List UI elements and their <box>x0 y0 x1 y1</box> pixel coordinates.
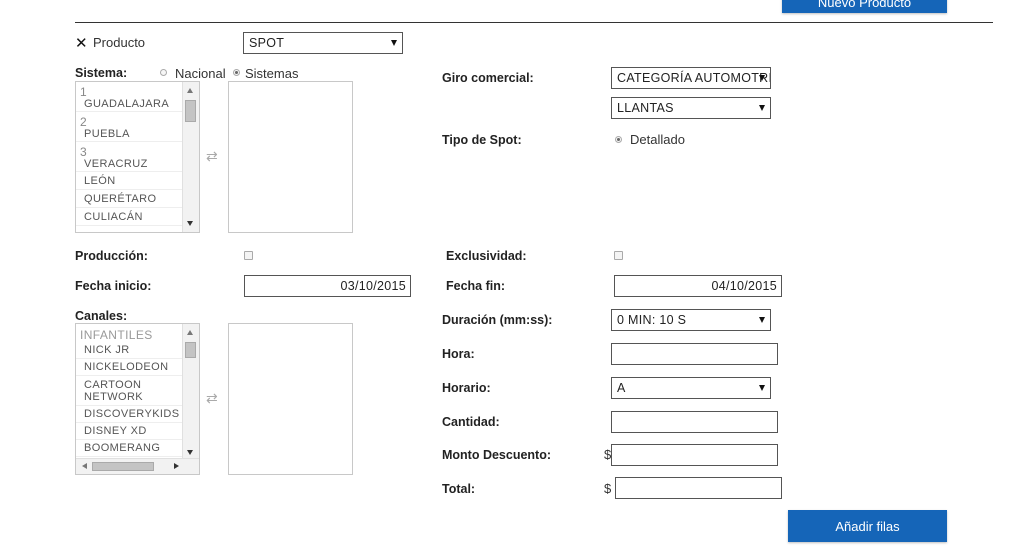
horario-select[interactable]: A <box>611 377 771 399</box>
produccion-label: Producción: <box>75 249 148 263</box>
sistema-label: Sistema: <box>75 66 128 80</box>
radio-sistemas-label: Sistemas <box>245 66 299 81</box>
canales-label: Canales: <box>75 309 128 323</box>
chevron-down-icon <box>759 317 765 323</box>
vertical-scrollbar[interactable] <box>182 82 199 232</box>
list-item-number: 2 <box>80 115 88 129</box>
swap-arrows-icon[interactable]: ⇄ <box>206 148 218 165</box>
scroll-thumb[interactable] <box>92 462 154 471</box>
monto-descuento-label: Monto Descuento: <box>442 448 552 462</box>
scroll-left-icon[interactable] <box>82 463 87 469</box>
header-divider <box>75 22 993 23</box>
chevron-down-icon <box>759 105 765 111</box>
list-group-header: INFANTILES <box>80 328 153 342</box>
chevron-down-icon <box>759 385 765 391</box>
cantidad-input[interactable] <box>611 411 778 433</box>
duracion-select[interactable]: 0 MIN: 10 S <box>611 309 771 331</box>
list-item-number: 3 <box>80 145 88 159</box>
swap-arrows-icon[interactable]: ⇄ <box>206 390 218 407</box>
sistema-listbox[interactable]: 1 GUADALAJARA 2 PUEBLA 3 VERACRUZ LEÓN Q… <box>75 81 200 233</box>
horizontal-scrollbar[interactable] <box>76 458 199 474</box>
scroll-up-icon[interactable] <box>187 330 193 335</box>
list-item[interactable]: CARTOON NETWORK <box>76 376 182 406</box>
list-item[interactable]: DISNEY XD <box>76 423 182 440</box>
list-item[interactable]: BOOMERANG <box>76 440 182 457</box>
exclusividad-checkbox[interactable] <box>614 251 623 260</box>
list-item-number: 1 <box>80 85 88 99</box>
list-item[interactable]: 2 PUEBLA <box>76 112 182 142</box>
canales-listbox[interactable]: INFANTILES NICK JR NICKELODEON CARTOON N… <box>75 323 200 475</box>
scroll-up-icon[interactable] <box>187 88 193 93</box>
radio-detallado-label: Detallado <box>630 132 685 147</box>
horario-label: Horario: <box>442 381 491 395</box>
total-input[interactable] <box>615 477 782 499</box>
canales-selected-listbox[interactable] <box>228 323 353 475</box>
monto-descuento-input[interactable] <box>611 444 778 466</box>
chevron-down-icon <box>759 75 765 81</box>
hora-label: Hora: <box>442 347 475 361</box>
giro-category-select[interactable]: CATEGORÍA AUTOMOTRIZ <box>611 67 771 89</box>
list-item-label: VERACRUZ <box>84 158 148 170</box>
duracion-value: 0 MIN: 10 S <box>617 313 687 327</box>
producto-select-value: SPOT <box>249 36 285 50</box>
list-item[interactable]: LEÓN <box>76 172 182 190</box>
list-item[interactable]: QUERÉTARO <box>76 190 182 208</box>
list-item[interactable]: 3 VERACRUZ <box>76 142 182 172</box>
producto-label: Producto <box>93 35 146 50</box>
giro-subcategory-value: LLANTAS <box>617 101 674 115</box>
list-item[interactable]: 1 GUADALAJARA <box>76 85 182 112</box>
list-item-label: PUEBLA <box>84 128 130 140</box>
radio-sistemas[interactable] <box>233 69 240 76</box>
scroll-down-icon[interactable] <box>187 221 193 226</box>
hora-input[interactable] <box>611 343 778 365</box>
giro-category-value: CATEGORÍA AUTOMOTRIZ <box>617 71 771 85</box>
fecha-fin-label: Fecha fin: <box>446 279 506 293</box>
radio-nacional[interactable] <box>160 69 167 76</box>
close-icon[interactable]: ✕ <box>75 34 88 52</box>
add-rows-button[interactable]: Añadir filas <box>788 510 947 542</box>
vertical-scrollbar[interactable] <box>182 324 199 459</box>
exclusividad-label: Exclusividad: <box>446 249 527 263</box>
fecha-inicio-label: Fecha inicio: <box>75 279 152 293</box>
scroll-thumb[interactable] <box>185 342 196 358</box>
total-label: Total: <box>442 482 476 496</box>
list-item[interactable]: NICKELODEON <box>76 359 182 376</box>
list-item[interactable]: DISCOVERYKIDS <box>76 406 182 423</box>
list-item[interactable]: NICK JR <box>76 342 182 359</box>
scroll-down-icon[interactable] <box>187 450 193 455</box>
new-product-button[interactable]: Nuevo Producto <box>782 0 947 13</box>
horario-value: A <box>617 381 626 395</box>
total-currency-symbol: $ <box>604 481 612 496</box>
chevron-down-icon <box>391 40 397 46</box>
giro-label: Giro comercial: <box>442 71 534 85</box>
duracion-label: Duración (mm:ss): <box>442 313 553 327</box>
scroll-right-icon[interactable] <box>174 463 179 469</box>
scroll-thumb[interactable] <box>185 100 196 122</box>
fecha-inicio-input[interactable]: 03/10/2015 <box>244 275 411 297</box>
producto-select[interactable]: SPOT <box>243 32 403 54</box>
giro-subcategory-select[interactable]: LLANTAS <box>611 97 771 119</box>
cantidad-label: Cantidad: <box>442 415 500 429</box>
list-item-label: GUADALAJARA <box>84 98 170 110</box>
fecha-fin-input[interactable]: 04/10/2015 <box>614 275 782 297</box>
radio-detallado[interactable] <box>615 136 622 143</box>
sistema-selected-listbox[interactable] <box>228 81 353 233</box>
tipo-spot-label: Tipo de Spot: <box>442 133 522 147</box>
produccion-checkbox[interactable] <box>244 251 253 260</box>
radio-nacional-label: Nacional <box>175 66 226 81</box>
list-item[interactable]: CULIACÁN <box>76 208 182 226</box>
